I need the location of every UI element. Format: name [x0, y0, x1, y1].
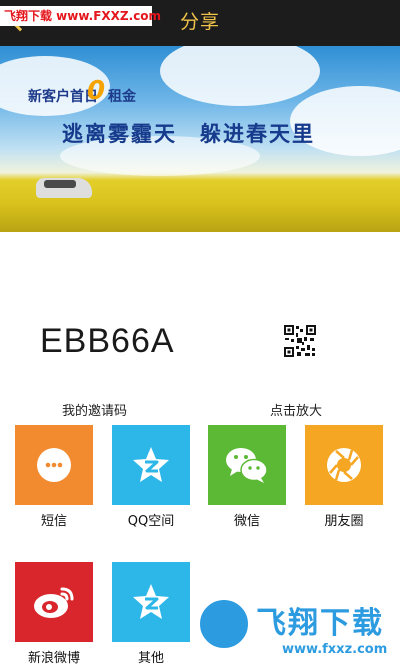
watermark-url: www.fxxz.com [282, 642, 388, 657]
car-window [44, 180, 76, 188]
share-wechat-tile[interactable] [208, 425, 286, 505]
watermark-brand: 飞翔下载 [256, 606, 384, 641]
share-sms-tile[interactable] [15, 425, 93, 505]
watermark-bottom: 飞翔下载 www.fxxz.com [188, 592, 400, 669]
promo-banner[interactable]: 新客户首日 0 租金 逃离雾霾天 躲进春天里 [0, 46, 400, 232]
moments-icon [327, 448, 361, 482]
zoom-label[interactable]: 点击放大 [270, 400, 322, 419]
share-weibo-label: 新浪微博 [27, 651, 80, 666]
weibo-icon [34, 587, 74, 618]
promo-line1-suffix: 租金 [108, 89, 136, 105]
sms-icon [37, 448, 71, 482]
fxxz-logo-icon [196, 596, 252, 652]
share-weibo-tile[interactable] [15, 562, 93, 642]
share-other-label: 其他 [137, 651, 164, 666]
wechat-icon [226, 448, 268, 483]
share-sms-label: 短信 [40, 514, 67, 529]
share-qzone-tile[interactable] [112, 425, 190, 505]
invite-code: EBB66A [40, 322, 175, 360]
promo-zero: 0 [87, 76, 106, 106]
promo-slogan: 逃离雾霾天 躲进春天里 [62, 122, 315, 146]
share-wechat-label: 微信 [233, 514, 260, 529]
share-qzone-label: QQ空间 [127, 514, 175, 529]
share-moments-label: 朋友圈 [324, 514, 364, 529]
share-moments-tile[interactable] [305, 425, 383, 505]
watermark-top: 飞翔下载 www.FXXZ.com [0, 6, 161, 26]
other-icon [133, 584, 169, 619]
qzone-icon [133, 447, 169, 482]
share-other-tile[interactable] [112, 562, 190, 642]
title-bar: 分享 飞翔下载 www.FXXZ.com [0, 0, 400, 46]
qr-code-icon [283, 324, 317, 358]
cloud-shape [160, 46, 320, 106]
invite-code-label: 我的邀请码 [62, 404, 128, 419]
qr-code[interactable] [283, 324, 317, 358]
